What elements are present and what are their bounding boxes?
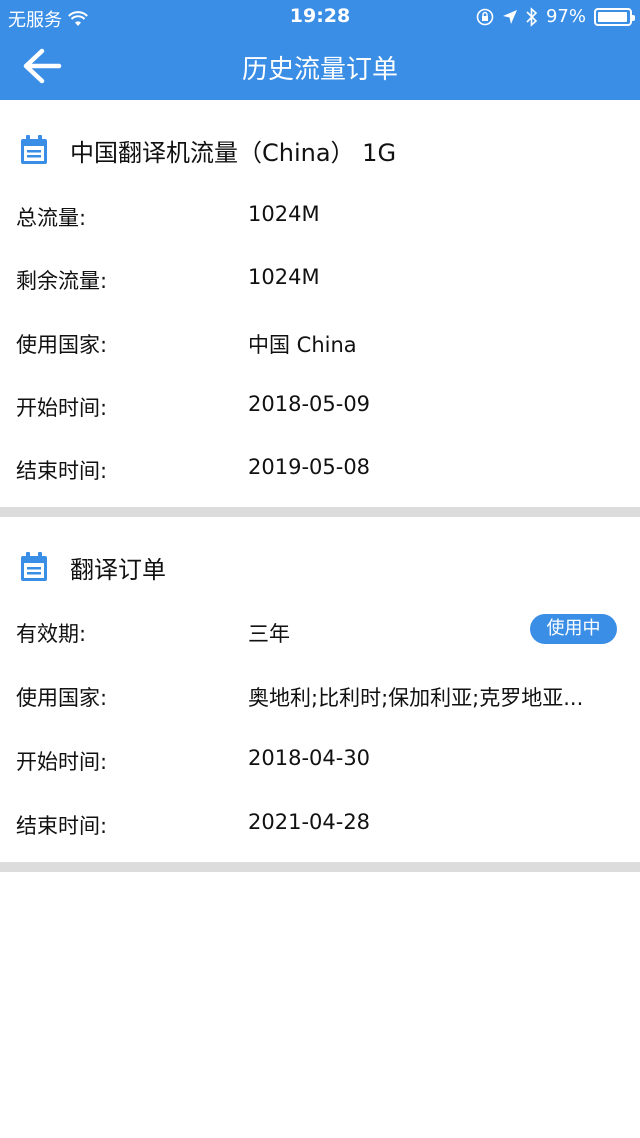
location-arrow-icon bbox=[502, 9, 517, 24]
bluetooth-icon bbox=[526, 6, 538, 27]
row-label: 剩余流量: bbox=[16, 269, 108, 293]
row-value: 2021-04-28 bbox=[248, 810, 371, 834]
status-right: 97% bbox=[476, 6, 635, 27]
translate-order-card[interactable]: 翻译订单 有效期: 三年 使用中 使用国家: 奥地利;比利时;保加利亚;克罗地亚… bbox=[0, 517, 640, 862]
card-title: 中国翻译机流量（China） 1G bbox=[70, 138, 397, 167]
info-row-start-time: 开始时间: 2018-05-09 bbox=[0, 384, 640, 424]
battery-nub bbox=[632, 14, 635, 21]
row-label: 开始时间: bbox=[16, 750, 108, 774]
info-row-country: 使用国家: 奥地利;比利时;保加利亚;克罗地亚... bbox=[0, 674, 640, 714]
row-value: 2018-04-30 bbox=[248, 746, 371, 770]
card-title-row: 翻译订单 bbox=[0, 547, 640, 587]
battery-percent: 97% bbox=[545, 6, 586, 27]
status-badge: 使用中 bbox=[530, 614, 617, 644]
row-value: 奥地利;比利时;保加利亚;克罗地亚... bbox=[248, 686, 584, 710]
row-value: 1024M bbox=[248, 265, 320, 289]
info-row-start-time: 开始时间: 2018-04-30 bbox=[0, 738, 640, 778]
info-row-country: 使用国家: 中国 China bbox=[0, 321, 640, 361]
row-label: 使用国家: bbox=[16, 333, 108, 357]
row-label: 开始时间: bbox=[16, 396, 108, 420]
section-divider bbox=[0, 862, 640, 872]
flow-order-card[interactable]: 中国翻译机流量（China） 1G 总流量: 1024M 剩余流量: 1024M… bbox=[0, 100, 640, 507]
app-header: 无服务 19:28 97% 历史流量订单 bbox=[0, 0, 640, 100]
battery-icon bbox=[594, 7, 635, 26]
battery-fill bbox=[598, 11, 628, 22]
info-row-end-time: 结束时间: 2019-05-08 bbox=[0, 447, 640, 487]
row-label: 使用国家: bbox=[16, 686, 108, 710]
calendar-icon bbox=[21, 552, 47, 581]
row-label: 结束时间: bbox=[16, 459, 108, 483]
info-row-end-time: 结束时间: 2021-04-28 bbox=[0, 802, 640, 842]
row-value: 三年 bbox=[248, 622, 290, 646]
calendar-icon bbox=[21, 135, 47, 164]
info-row-total-flow: 总流量: 1024M bbox=[0, 194, 640, 234]
info-row-remaining-flow: 剩余流量: 1024M bbox=[0, 257, 640, 297]
card-title-row: 中国翻译机流量（China） 1G bbox=[0, 130, 640, 170]
row-value: 2018-05-09 bbox=[248, 392, 371, 416]
row-label: 结束时间: bbox=[16, 814, 108, 838]
row-label: 总流量: bbox=[16, 206, 87, 230]
page-title: 历史流量订单 bbox=[241, 55, 398, 85]
section-divider bbox=[0, 507, 640, 517]
info-row-validity: 有效期: 三年 使用中 bbox=[0, 610, 640, 650]
row-label: 有效期: bbox=[16, 622, 87, 646]
row-value: 1024M bbox=[248, 202, 320, 226]
status-bar: 无服务 19:28 97% bbox=[0, 0, 640, 34]
row-value: 中国 China bbox=[248, 333, 357, 357]
orientation-lock-icon bbox=[476, 8, 494, 25]
nav-bar: 历史流量订单 bbox=[0, 34, 640, 100]
card-title: 翻译订单 bbox=[70, 555, 166, 584]
row-value: 2019-05-08 bbox=[248, 455, 371, 479]
